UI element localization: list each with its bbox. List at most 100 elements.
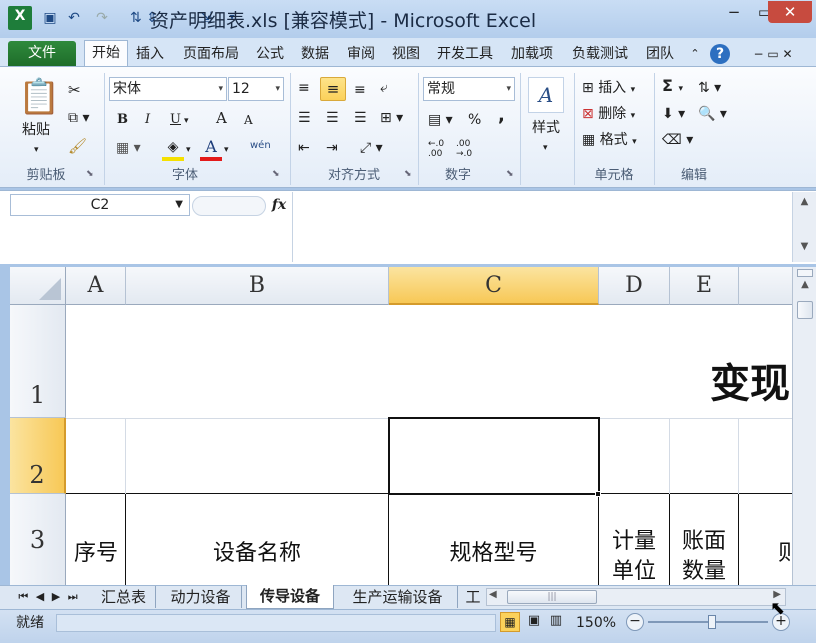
cell-e3-line1[interactable]: 账面	[670, 527, 738, 557]
cell-b3[interactable]: 设备名称	[126, 539, 388, 569]
fill-handle[interactable]	[595, 491, 601, 497]
sheet-tab-2[interactable]: 动力设备	[160, 586, 242, 608]
phonetic-button[interactable]: wén	[250, 137, 271, 155]
tab-review[interactable]: 审阅	[340, 42, 382, 66]
name-box[interactable]: C2 ▼	[10, 194, 190, 216]
h-scroll-thumb[interactable]: |||	[507, 590, 597, 604]
cell-title[interactable]: 变现	[710, 359, 790, 409]
scroll-up-icon[interactable]: ▲	[793, 196, 816, 207]
percent-style-button[interactable]: %	[468, 111, 481, 129]
font-name-combo[interactable]: 宋体 ▾	[109, 77, 227, 101]
fill-icon[interactable]: ⬇ ▾	[662, 105, 685, 123]
tab-load-test[interactable]: 负载测试	[564, 42, 636, 66]
scroll-thumb[interactable]	[797, 301, 813, 319]
align-top-icon[interactable]: ≡	[298, 79, 310, 97]
increase-indent-icon[interactable]: ⇥	[326, 139, 338, 157]
scroll-down-icon[interactable]: ▼	[793, 241, 816, 252]
tab-developer[interactable]: 开发工具	[430, 42, 500, 66]
find-select-icon[interactable]: 🔍 ▾	[698, 105, 727, 123]
tab-formulas[interactable]: 公式	[250, 42, 290, 66]
scroll-left-icon[interactable]: ◀	[489, 589, 497, 600]
formula-bar-splitter[interactable]	[192, 196, 266, 216]
sort-filter-icon[interactable]: ⇅ ▾	[698, 79, 721, 97]
fill-color-icon[interactable]: ◈	[162, 139, 184, 161]
cell-f3[interactable]: 则	[778, 539, 792, 569]
grow-font-button[interactable]: A	[216, 109, 227, 127]
formula-input[interactable]	[292, 192, 792, 262]
sheet-tab-active[interactable]: 传导设备	[246, 585, 334, 609]
insert-cells-button[interactable]: ⊞ 插入 ▾	[582, 79, 635, 99]
column-header-d[interactable]: D	[599, 267, 670, 305]
font-size-combo[interactable]: 12 ▾	[228, 77, 284, 101]
sheet-tab-1[interactable]: 汇总表	[92, 586, 156, 608]
align-right-icon[interactable]: ☰	[354, 109, 367, 127]
decrease-decimal-button[interactable]: .00 →.0	[456, 139, 482, 159]
bold-button[interactable]: B	[117, 111, 128, 129]
tab-addins[interactable]: 加载项	[504, 42, 560, 66]
fill-color-dropdown-icon[interactable]: ▾	[186, 141, 191, 159]
cell-a3[interactable]: 序号	[66, 539, 126, 569]
row-header-3[interactable]: 3	[10, 494, 66, 585]
wrap-text-icon[interactable]: ⤶	[380, 79, 388, 97]
format-cells-button[interactable]: ▦ 格式 ▾	[582, 131, 637, 151]
paste-dropdown-icon[interactable]: ▾	[34, 141, 39, 159]
horizontal-scrollbar[interactable]: ◀ ||| ▶	[486, 588, 786, 606]
undo-icon[interactable]: ↶	[64, 8, 84, 28]
formula-scroll[interactable]: ▲ ▼	[792, 192, 816, 262]
row-header-2[interactable]: 2	[10, 418, 66, 494]
orientation-icon[interactable]: ⤢ ▾	[360, 139, 383, 157]
decrease-indent-icon[interactable]: ⇤	[298, 139, 310, 157]
align-bottom-icon[interactable]: ≡	[354, 81, 366, 99]
format-painter-icon[interactable]: 🖌	[68, 137, 87, 155]
shrink-font-button[interactable]: A	[244, 111, 253, 129]
clipboard-launcher-icon[interactable]: ⬊	[86, 169, 94, 179]
worksheet-grid[interactable]: A B C D E 1 2 3 变现 序号 设备名称 规格型号 计量 单位 账面…	[10, 267, 792, 585]
alignment-launcher-icon[interactable]: ⬊	[404, 169, 412, 179]
cell-c3[interactable]: 规格型号	[389, 539, 598, 569]
zoom-level[interactable]: 150%	[576, 612, 616, 634]
minimize-button[interactable]: −	[720, 1, 748, 23]
italic-button[interactable]: I	[145, 111, 150, 129]
insert-function-button[interactable]: fx	[268, 194, 290, 216]
sheet-tab-4[interactable]: 生产运输设备	[338, 586, 458, 608]
cell-d3-line1[interactable]: 计量	[599, 527, 669, 557]
align-middle-icon[interactable]: ≡	[320, 77, 346, 101]
align-center-icon[interactable]: ☰	[326, 109, 339, 127]
column-header-f[interactable]	[739, 267, 792, 305]
number-format-combo[interactable]: 常规 ▾	[423, 77, 515, 101]
column-header-a[interactable]: A	[66, 267, 126, 305]
zoom-out-icon[interactable]: −	[626, 613, 644, 631]
page-layout-view-icon[interactable]: ▣	[524, 612, 544, 632]
align-left-icon[interactable]: ☰	[298, 109, 311, 127]
tab-insert[interactable]: 插入	[130, 42, 170, 66]
zoom-slider-thumb[interactable]	[708, 615, 716, 629]
paste-button[interactable]: 粘贴	[22, 121, 50, 139]
normal-view-icon[interactable]: ▦	[500, 612, 520, 632]
sheet-tab-5[interactable]: 工	[462, 586, 484, 608]
tab-data[interactable]: 数据	[294, 42, 336, 66]
page-break-view-icon[interactable]: ▥	[546, 612, 566, 632]
copy-icon[interactable]: ⧉ ▾	[68, 109, 89, 127]
tab-home[interactable]: 开始	[84, 40, 128, 67]
save-icon[interactable]: ▣	[40, 8, 60, 28]
tab-file[interactable]: 文件	[8, 41, 76, 66]
tab-team[interactable]: 团队	[640, 42, 680, 66]
number-launcher-icon[interactable]: ⬊	[506, 169, 514, 179]
row-header-1[interactable]: 1	[10, 305, 66, 418]
delete-cells-button[interactable]: ⊠ 删除 ▾	[582, 105, 635, 125]
cell-d3-line2[interactable]: 单位	[599, 557, 669, 585]
underline-button[interactable]: U	[170, 111, 181, 129]
accounting-format-icon[interactable]: ▤ ▾	[428, 111, 453, 129]
select-all-button[interactable]	[10, 267, 66, 305]
cell-e3-line2[interactable]: 数量	[670, 557, 738, 585]
active-cell-c2[interactable]	[388, 417, 600, 495]
font-launcher-icon[interactable]: ⬊	[272, 169, 280, 179]
underline-dropdown-icon[interactable]: ▾	[184, 112, 189, 130]
column-header-e[interactable]: E	[670, 267, 739, 305]
comma-style-button[interactable]: ,	[498, 107, 505, 125]
clear-icon[interactable]: ⌫ ▾	[662, 131, 693, 149]
column-header-b[interactable]: B	[126, 267, 389, 305]
font-color-icon[interactable]: A	[200, 137, 222, 161]
autosum-button[interactable]: Σ ▾	[662, 77, 683, 98]
cut-icon[interactable]: ✂	[68, 81, 81, 99]
